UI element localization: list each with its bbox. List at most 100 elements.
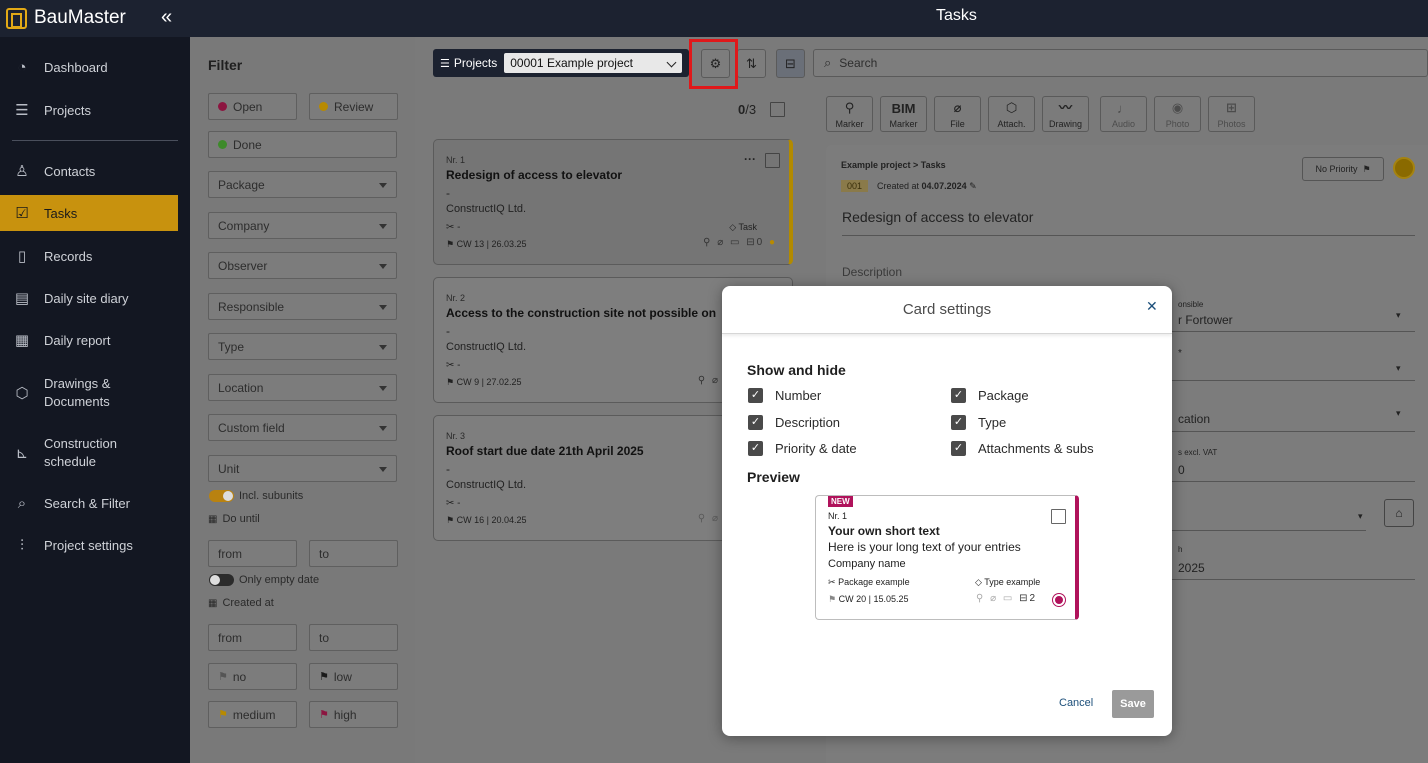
chevron-down-icon[interactable]: ▾ [1396,363,1401,374]
flag-icon: ⚑ [446,377,455,387]
checkbox-checked-icon: ✓ [951,415,966,430]
status-indicator[interactable] [1393,157,1415,179]
filter-custom-field-select[interactable]: Custom field [208,414,397,441]
preview-heading: Preview [747,469,800,485]
chart-icon: ⊾ [15,445,29,462]
checkbox-checked-icon: ✓ [748,415,763,430]
filter-type-select[interactable]: Type [208,333,397,360]
flag-icon: ⚑ [319,671,329,683]
filter-observer-select[interactable]: Observer [208,252,397,279]
option-number[interactable]: ✓ Number [748,388,821,403]
tool-file[interactable]: ⌀ File [934,96,981,132]
card-preview: NEW Nr. 1 Your own short text Here is yo… [815,495,1079,620]
tool-marker[interactable]: ⚲ Marker [826,96,873,132]
tool-bim-marker[interactable]: BIM Marker [880,96,927,132]
option-description[interactable]: ✓ Description [748,415,840,430]
filter-unit-select[interactable]: Unit [208,455,397,482]
tool-audio[interactable]: ♩ Audio [1100,96,1147,132]
page-title: Tasks [936,7,977,24]
app-logo[interactable]: BauMaster [6,7,126,29]
sidebar-item-daily-report[interactable]: ▦ Daily report [0,328,178,352]
tool-drawing[interactable]: 〰 Drawing [1042,96,1089,132]
option-attachments-subs[interactable]: ✓ Attachments & subs [951,441,1094,456]
photos-icon: ⊞ [1226,100,1237,115]
gauge-icon: ◔ [17,58,27,76]
due-date-value[interactable]: 2025 [1178,561,1205,575]
top-bar: BauMaster « Tasks [0,0,1428,37]
task-number-badge: 001 [841,180,869,192]
do-until-from-input[interactable]: from [208,540,297,567]
cube-icon: ⬡ [15,385,29,402]
only-empty-date-toggle[interactable]: Only empty date [209,574,319,586]
task-card[interactable]: Nr. 1 ··· Redesign of access to elevator… [433,139,793,265]
option-type[interactable]: ✓ Type [951,415,1006,430]
package-icon: ✂ [446,498,455,509]
filter-status-review[interactable]: Review [309,93,398,120]
created-from-input[interactable]: from [208,624,297,651]
card-checkbox[interactable] [765,153,780,168]
priority-low-button[interactable]: ⚑ low [309,663,398,690]
option-priority-date[interactable]: ✓ Priority & date [748,441,857,456]
created-to-input[interactable]: to [309,624,398,651]
save-button[interactable]: Save [1112,690,1154,718]
checkbox-checked-icon: ✓ [951,441,966,456]
priority-button[interactable]: No Priority ⚑ [1302,157,1384,181]
app-name: BauMaster [34,7,126,28]
flag-icon: ⚑ [446,239,455,249]
chevron-down-icon[interactable]: ▾ [1358,511,1363,522]
priority-high-button[interactable]: ⚑ high [309,701,398,728]
sidebar-item-project-settings[interactable]: ⫶ Project settings [0,533,178,557]
filter-responsible-select[interactable]: Responsible [208,293,397,320]
done-status-dot [218,140,227,149]
sidebar-item-construction-schedule[interactable]: ⊾ Construction schedule [0,434,178,472]
priority-medium-button[interactable]: ⚑ medium [208,701,297,728]
list-icon: ☰ [15,102,29,119]
select-all-checkbox[interactable] [770,102,785,117]
task-title[interactable]: Redesign of access to elevator [842,209,1033,225]
sidebar-item-drawings-documents[interactable]: ⬡ Drawings & Documents [0,374,178,412]
vat-value[interactable]: 0 [1178,463,1185,477]
filter-status-done[interactable]: Done [208,131,397,158]
building-icon: ▦ [14,332,30,349]
status-open-icon [1053,594,1065,606]
sidebar-item-search-filter[interactable]: ⌕ Search & Filter [0,491,178,515]
description-label[interactable]: Description [842,265,902,279]
sidebar-item-tasks[interactable]: ☑ Tasks [0,195,178,231]
filter-package-select[interactable]: Package [208,171,397,198]
chevron-down-icon[interactable]: ▾ [1396,310,1401,321]
subtasks-view-button[interactable]: ⊟ [776,49,805,78]
filter-status-open[interactable]: Open [208,93,297,120]
cancel-button[interactable]: Cancel [1059,697,1093,709]
responsible-value[interactable]: r Fortower [1178,313,1233,327]
incl-subunits-toggle[interactable]: Incl. subunits [209,490,303,502]
sidebar-item-projects[interactable]: ☰ Projects [0,98,178,122]
search-input[interactable]: ⌕ Search [813,49,1428,77]
project-selector[interactable]: ☰ Projects 00001 Example project [433,49,689,77]
home-icon[interactable]: ⌂ [1384,499,1414,527]
sidebar-item-dashboard[interactable]: ◔ Dashboard [0,55,178,79]
collapse-sidebar-icon[interactable]: « [161,6,172,29]
more-options-icon[interactable]: ··· [744,152,756,166]
toggle-switch-off[interactable] [209,574,234,586]
sidebar-item-records[interactable]: ▯ Records [0,244,178,268]
tool-photo[interactable]: ◉ Photo [1154,96,1201,132]
show-hide-heading: Show and hide [747,362,846,378]
chevron-down-icon[interactable]: ▾ [1396,408,1401,419]
project-dropdown[interactable]: 00001 Example project [504,53,683,73]
filter-company-select[interactable]: Company [208,212,397,239]
baumaster-logo-icon [6,7,27,29]
sidebar-item-contacts[interactable]: ♙ Contacts [0,159,178,183]
open-status-dot [218,102,227,111]
close-icon[interactable]: ✕ [1146,298,1158,315]
option-package[interactable]: ✓ Package [951,388,1029,403]
do-until-to-input[interactable]: to [309,540,398,567]
toggle-switch-on[interactable] [209,490,234,502]
tool-attach[interactable]: ⬡ Attach. [988,96,1035,132]
filter-location-select[interactable]: Location [208,374,397,401]
tool-photos[interactable]: ⊞ Photos [1208,96,1255,132]
priority-no-button[interactable]: ⚑ no [208,663,297,690]
sidebar-item-daily-site-diary[interactable]: ▤ Daily site diary [0,286,178,310]
created-at-text: Created at 04.07.2024 ✎ [877,181,977,191]
sort-button[interactable]: ⇅ [737,49,766,78]
card-attachment-icons: ⚲ ⌀ ▭ ⊟0 ● [703,237,777,248]
